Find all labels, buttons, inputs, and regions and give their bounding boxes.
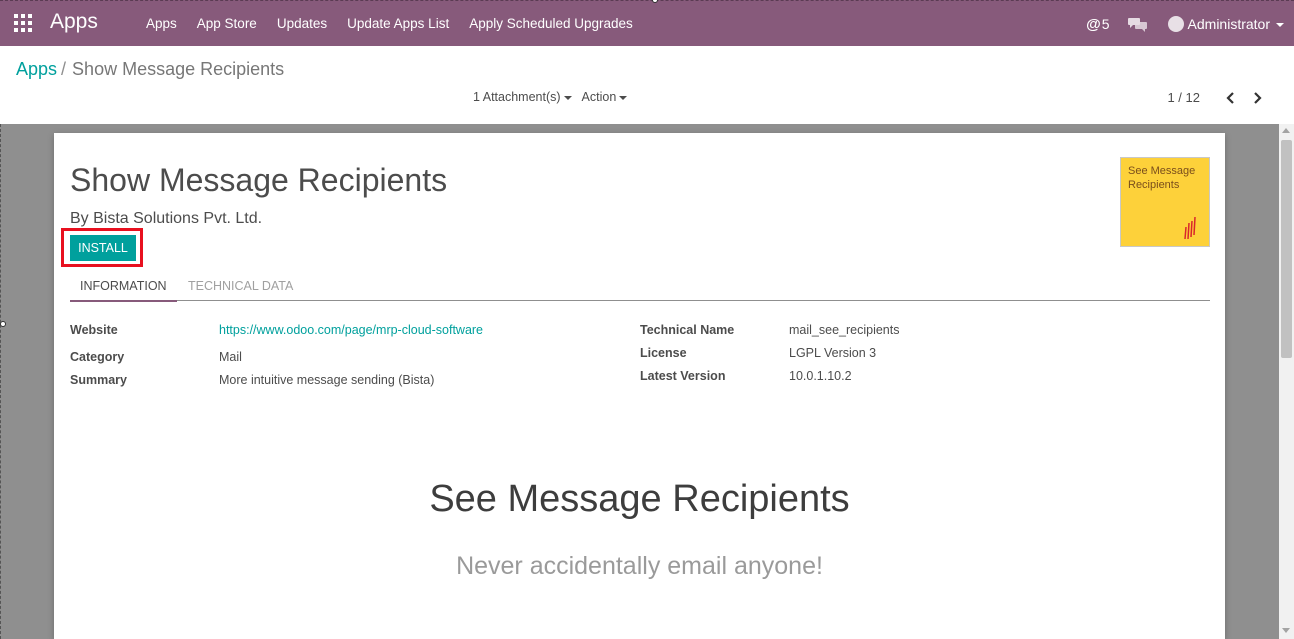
attachments-dropdown[interactable]: 1 Attachment(s) [473,90,572,104]
user-menu[interactable]: Administrator [1188,16,1284,32]
install-button[interactable]: INSTALL [70,235,136,261]
top-navbar: Apps Apps App Store Updates Update Apps … [0,0,1294,46]
mentions-button[interactable]: @ 5 [1086,16,1109,33]
main-menu: Apps App Store Updates Update Apps List … [136,1,643,47]
attachments-label: 1 Attachment(s) [473,90,561,104]
latest-version-label: Latest Version [640,369,726,383]
license-value: LGPL Version 3 [789,346,877,360]
control-panel: Apps / Show Message Recipients 1 Attachmen… [0,46,1294,124]
technical-name-label: Technical Name [640,323,735,337]
breadcrumb-current: Show Message Recipients [72,59,285,79]
thumbnail-text: See Message Recipients [1128,165,1196,191]
selection-handle [0,321,6,327]
scrollbar-thumb[interactable] [1281,140,1292,358]
grid-icon[interactable] [14,14,32,32]
description-heading: See Message Recipients [429,478,850,520]
tab-technical-data[interactable]: TECHNICAL DATA [178,273,303,300]
caret-down-icon [619,95,628,100]
pager-value[interactable]: 1 / 12 [1167,90,1200,105]
technical-name-value: mail_see_recipients [789,323,900,337]
action-dropdown[interactable]: Action [582,90,628,104]
breadcrumb-separator: / [61,59,67,79]
category-value: Mail [219,350,242,364]
chevron-right-icon[interactable] [1250,91,1264,105]
website-label: Website [70,323,118,337]
module-title: Show Message Recipients [70,162,448,198]
menu-item-update-apps-list[interactable]: Update Apps List [337,1,459,47]
user-name: Administrator [1187,16,1270,32]
mentions-count: 5 [1101,16,1110,32]
action-label: Action [581,90,617,104]
caret-down-icon [563,95,572,100]
category-label: Category [70,350,125,364]
breadcrumb: Apps / Show Message Recipients [16,59,284,80]
menu-item-app-store[interactable]: App Store [187,1,267,47]
menu-item-updates[interactable]: Updates [267,1,337,47]
chat-bubbles-icon[interactable] [1127,16,1148,32]
scroll-up-arrow-icon[interactable] [1282,128,1290,133]
website-link[interactable]: https://www.odoo.com/page/mrp-cloud-soft… [219,323,483,337]
breadcrumb-apps[interactable]: Apps [16,59,57,79]
menu-item-apps[interactable]: Apps [136,1,187,47]
description-subheading: Never accidentally email anyone! [456,552,823,580]
scroll-down-arrow-icon[interactable] [1282,628,1290,633]
summary-label: Summary [70,373,127,387]
license-label: License [640,346,687,360]
chevron-left-icon[interactable] [1224,91,1238,105]
tab-information[interactable]: INFORMATION [70,273,177,302]
module-author: By Bista Solutions Pvt. Ltd. [70,210,263,227]
notebook-tabs: INFORMATION TECHNICAL DATA [70,273,1210,302]
pager: 1 / 12 [1167,90,1264,105]
menu-item-apply-scheduled-upgrades[interactable]: Apply Scheduled Upgrades [459,1,643,47]
at-icon: @ [1086,15,1101,33]
caret-down-icon [1276,23,1284,28]
module-thumbnail: See Message Recipients [1120,157,1210,247]
sidebar-actions: 1 Attachment(s) Action [473,90,628,104]
user-avatar[interactable] [1167,16,1184,32]
summary-value: More intuitive message sending (Bista) [219,373,435,387]
app-brand: Apps [50,10,98,33]
thumbnail-marks-icon [1184,216,1196,240]
latest-version-value: 10.0.1.10.2 [789,369,852,383]
navbar-systray: @ 5 Administrator [1086,1,1284,47]
